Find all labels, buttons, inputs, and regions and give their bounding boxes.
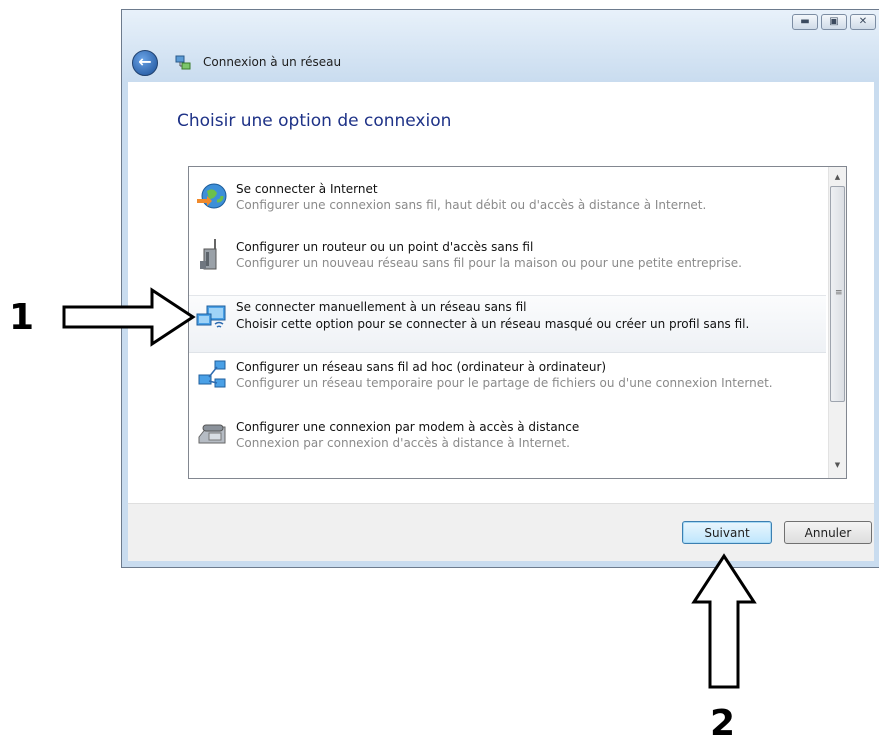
close-button[interactable]: ✕ [850,14,876,30]
maximize-button[interactable]: ▣ [821,14,847,30]
page-heading: Choisir une option de connexion [177,111,452,131]
network-connection-icon [175,55,191,70]
wireless-network-icon [196,305,226,328]
dialog-content: Choisir une option de connexion Se conne… [128,82,874,503]
scroll-up-arrow-icon[interactable]: ▲ [829,169,846,186]
option-manual-wireless[interactable]: Se connecter manuellement à un réseau sa… [189,295,826,353]
option-adhoc[interactable]: Configurer un réseau sans fil ad hoc (or… [189,355,826,413]
dialog-footer: Suivant Annuler [128,503,874,561]
cancel-button[interactable]: Annuler [784,521,872,544]
dialup-modem-icon [198,424,226,444]
option-description: Configurer un réseau temporaire pour le … [236,376,773,390]
option-title: Configurer un routeur ou un point d'accè… [236,240,534,254]
list-scrollbar[interactable]: ▲ ≡ ▼ [828,167,846,478]
right-arrow-icon [62,287,196,347]
scroll-down-arrow-icon[interactable]: ▼ [829,457,846,474]
window-title: Connexion à un réseau [203,55,342,69]
option-description: Configurer une connexion sans fil, haut … [236,198,707,212]
option-router[interactable]: Configurer un routeur ou un point d'accè… [189,235,826,293]
minimize-button[interactable]: ▬ [792,14,818,30]
option-title: Se connecter à Internet [236,182,378,196]
internet-globe-icon [197,183,227,209]
connection-options-list[interactable]: Se connecter à Internet Configurer une c… [188,166,847,479]
scrollbar-thumb[interactable]: ≡ [830,186,845,402]
window-controls: ▬ ▣ ✕ [792,14,876,30]
back-arrow-icon[interactable]: ← [132,50,158,76]
option-internet[interactable]: Se connecter à Internet Configurer une c… [189,177,826,235]
option-description: Configurer un nouveau réseau sans fil po… [236,256,742,270]
option-description: Choisir cette option pour se connecter à… [236,317,750,331]
option-title: Se connecter manuellement à un réseau sa… [236,300,527,314]
option-title: Configurer une connexion par modem à acc… [236,420,580,434]
annotation-label-1: 1 [9,297,35,338]
annotation-label-2: 2 [710,703,736,744]
option-dialup[interactable]: Configurer une connexion par modem à acc… [189,415,826,473]
next-button[interactable]: Suivant [682,521,772,544]
option-title: Configurer un réseau sans fil ad hoc (or… [236,360,607,374]
adhoc-network-icon [198,360,226,388]
router-icon [200,239,217,270]
dialog-window: ▬ ▣ ✕ ← Connexion à un réseau Choisir un… [121,9,879,568]
up-arrow-icon [691,553,757,689]
title-bar: ▬ ▣ ✕ ← Connexion à un réseau [122,10,879,82]
option-description: Connexion par connexion d'accès à distan… [236,436,570,450]
grip-icon: ≡ [835,288,843,298]
